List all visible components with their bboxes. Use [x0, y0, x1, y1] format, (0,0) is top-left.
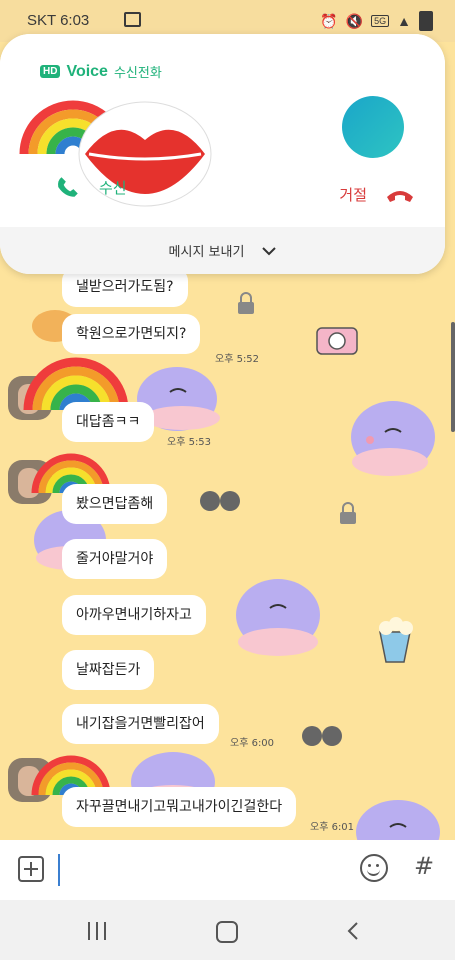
message-bubble[interactable]: 줄거야말거야 [62, 539, 168, 579]
signal-icon: ▲ [397, 13, 411, 29]
message-time: 오후 5:53 [167, 437, 212, 448]
lock-icon [238, 292, 254, 314]
message-time: 오후 5:52 [215, 354, 260, 365]
accept-call-button[interactable]: 수신 [55, 174, 127, 200]
home-icon[interactable] [216, 921, 238, 943]
camera-sticker [316, 327, 358, 355]
back-icon[interactable] [346, 921, 360, 941]
hashtag-icon[interactable]: # [414, 852, 434, 880]
send-message-button[interactable]: 메시지 보내기 [0, 227, 445, 274]
popcorn-sticker [379, 617, 413, 663]
hippo-sticker [351, 401, 435, 476]
message-bubble[interactable]: 자꾸끌면내기고뭐고내가이긴걸한다 [62, 787, 297, 827]
add-icon[interactable] [18, 856, 44, 882]
recent-apps-icon[interactable] [88, 922, 108, 940]
send-message-label: 메시지 보내기 [168, 245, 245, 260]
send-message-bar[interactable]: 메시지 보내기 [0, 227, 445, 274]
status-icons: ⏰ 🔇 5G ▲ [320, 11, 433, 31]
hd-label: HD [40, 65, 61, 78]
message-input-bar: # [0, 840, 455, 900]
carrier-time: SKT 6:03 [27, 12, 90, 29]
voice-label: Voice [66, 62, 108, 80]
incoming-call-label: 수신전화 [113, 66, 162, 81]
message-bubble[interactable]: 날짜잡든가 [62, 650, 155, 690]
binoculars-sticker [302, 726, 342, 746]
incoming-call-card: HD Voice 수신전화 수신 거절 메시지 보내기 [0, 34, 445, 274]
battery-icon [419, 11, 433, 31]
navigation-bar [0, 900, 455, 960]
call-header: HD Voice 수신전화 수신 거절 [0, 34, 445, 227]
message-bubble[interactable]: 대답좀ㅋㅋ [62, 402, 155, 442]
scrollbar[interactable] [451, 322, 455, 432]
lock-icon [340, 502, 356, 524]
mute-icon: 🔇 [345, 12, 364, 29]
chevron-down-icon [262, 246, 277, 255]
accept-label: 수신 [99, 178, 127, 197]
emoji-icon[interactable] [360, 854, 388, 882]
gallery-icon [124, 12, 141, 27]
message-bubble[interactable]: 봤으면답좀해 [62, 484, 168, 524]
reject-call-button[interactable]: 거절 [339, 184, 415, 205]
message-input[interactable] [58, 854, 344, 886]
alarm-icon: ⏰ [320, 12, 338, 29]
network-label: 5G [371, 15, 390, 27]
hd-voice-badge: HD Voice 수신전화 [40, 62, 162, 81]
caller-avatar [342, 96, 404, 158]
message-time: 오후 6:01 [310, 822, 355, 833]
phone-accept-icon [58, 177, 78, 197]
phone-reject-icon [387, 190, 413, 202]
binoculars-sticker [200, 491, 240, 511]
hippo-sticker [356, 800, 440, 840]
message-time: 오후 6:00 [230, 738, 275, 749]
reject-label: 거절 [339, 186, 367, 204]
hippo-sticker [236, 579, 320, 656]
message-bubble[interactable]: 내기잡을거면빨리잡어 [62, 704, 219, 744]
message-bubble[interactable]: 아까우면내기하자고 [62, 595, 206, 635]
message-bubble[interactable]: 학원으로가면되지? [62, 314, 201, 354]
